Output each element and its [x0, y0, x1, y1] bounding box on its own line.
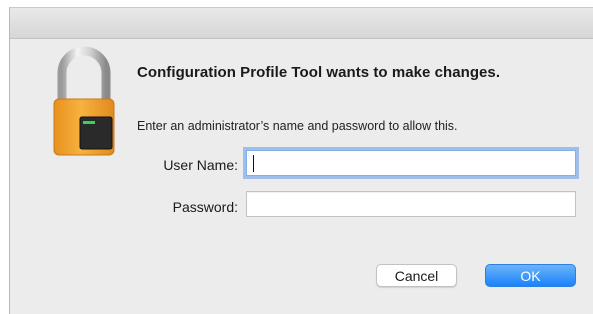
password-field[interactable] — [246, 191, 576, 217]
lock-icon — [53, 46, 115, 156]
cancel-button[interactable]: Cancel — [376, 264, 457, 287]
dialog-message: Enter an administrator’s name and passwo… — [137, 119, 458, 133]
username-label: User Name: — [163, 157, 238, 173]
text-caret — [253, 155, 254, 172]
password-label: Password: — [172, 199, 238, 215]
dialog-title: Configuration Profile Tool wants to make… — [137, 64, 501, 81]
auth-dialog: Configuration Profile Tool wants to make… — [9, 7, 593, 314]
ok-button[interactable]: OK — [485, 264, 576, 287]
dialog-titlebar — [10, 8, 593, 39]
username-field[interactable] — [246, 150, 576, 176]
